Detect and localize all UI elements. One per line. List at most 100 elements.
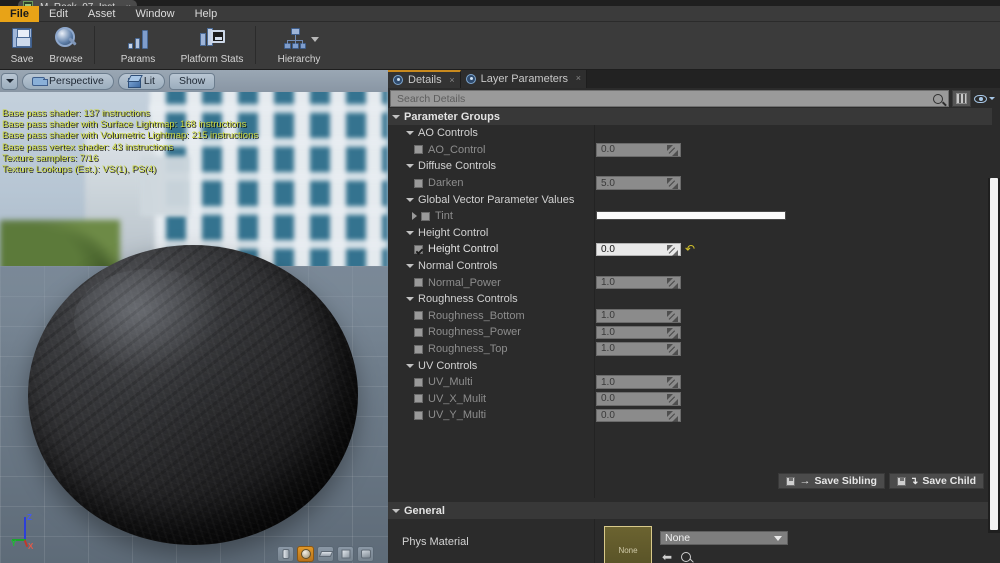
details-search-bar: Search Details	[390, 90, 998, 107]
menu-item-edit[interactable]: Edit	[39, 6, 78, 22]
column-layout-button[interactable]	[952, 90, 971, 107]
menu-item-asset[interactable]: Asset	[78, 6, 126, 22]
plane-preview-shape[interactable]	[317, 546, 334, 562]
floppy-disk-icon	[8, 26, 36, 52]
param-uv-multi[interactable]: UV_Multi 1.0	[388, 374, 992, 391]
hierarchy-button[interactable]: Hierarchy	[262, 22, 336, 68]
save-button[interactable]: Save	[0, 22, 44, 68]
param-uv-y-multi-checkbox[interactable]	[414, 410, 423, 420]
section-general-header[interactable]: General	[388, 502, 992, 519]
group-uv-controls[interactable]: UV Controls	[388, 357, 992, 374]
preview-mesh-sphere[interactable]	[28, 245, 358, 545]
param-roughness-bottom-input[interactable]: 1.0	[596, 309, 681, 323]
param-darken-checkbox[interactable]	[414, 178, 423, 188]
search-input[interactable]: Search Details	[390, 90, 949, 107]
custom-preview-shape[interactable]	[357, 546, 374, 562]
stat-line-1: Base pass shader with Surface Lightmap: …	[2, 119, 247, 131]
drag-handle-icon[interactable]	[667, 327, 678, 339]
sphere-preview-shape[interactable]	[297, 546, 314, 562]
param-darken[interactable]: Darken 5.0	[388, 175, 992, 192]
drag-handle-icon[interactable]	[667, 277, 678, 289]
group-ao-controls[interactable]: AO Controls	[388, 125, 992, 142]
close-icon[interactable]: ×	[449, 75, 454, 85]
group-diffuse-controls-label: Diffuse Controls	[418, 160, 497, 173]
param-uv-multi-value: 1.0	[601, 376, 615, 388]
cylinder-preview-shape[interactable]	[277, 546, 294, 562]
param-roughness-power-input[interactable]: 1.0	[596, 325, 681, 340]
save-child-button[interactable]: ↴ Save Child	[888, 473, 984, 489]
param-ao-control-checkbox[interactable]	[414, 145, 423, 155]
param-tint-color-swatch[interactable]	[596, 210, 786, 220]
close-icon[interactable]: ×	[576, 73, 581, 83]
section-parameter-groups[interactable]: Parameter Groups	[388, 108, 992, 125]
group-normal-controls[interactable]: Normal Controls	[388, 258, 992, 275]
group-height-control[interactable]: Height Control	[388, 225, 992, 242]
drag-handle-icon[interactable]	[667, 344, 678, 356]
param-darken-input[interactable]: 5.0	[596, 176, 681, 190]
group-roughness-controls[interactable]: Roughness Controls	[388, 291, 992, 308]
property-list[interactable]: Parameter Groups AO Controls AO_Control …	[388, 108, 992, 563]
viewport-camera-mode-button[interactable]: Perspective	[22, 72, 114, 90]
chevron-down-icon[interactable]	[310, 36, 319, 42]
param-height-control-input[interactable]: 0.0	[596, 242, 681, 257]
param-uv-x-multi[interactable]: UV_X_Mulit 0.0	[388, 391, 992, 408]
param-roughness-bottom[interactable]: Roughness_Bottom 1.0	[388, 308, 992, 325]
drag-handle-icon[interactable]	[667, 145, 678, 157]
param-uv-y-multi[interactable]: UV_Y_Multi 0.0	[388, 407, 992, 424]
param-tint-checkbox[interactable]	[421, 211, 430, 221]
platform-stats-button[interactable]: Platform Stats	[175, 22, 249, 68]
details-scrollbar-track[interactable]	[988, 178, 1000, 533]
drag-handle-icon[interactable]	[667, 394, 678, 405]
reset-to-default-icon[interactable]: ↶	[685, 243, 696, 255]
menu-item-window[interactable]: Window	[125, 6, 184, 22]
chevron-down-icon	[392, 114, 400, 119]
tab-details[interactable]: Details ×	[388, 70, 461, 88]
param-ao-control-input[interactable]: 0.0	[596, 143, 681, 157]
param-roughness-bottom-checkbox[interactable]	[414, 311, 423, 321]
chevron-right-icon[interactable]	[412, 212, 417, 221]
param-tint[interactable]: Tint	[388, 208, 992, 225]
viewport-show-menu-button[interactable]: Show	[168, 72, 216, 90]
param-roughness-top[interactable]: Roughness_Top 1.0	[388, 341, 992, 358]
menu-item-file[interactable]: File	[0, 5, 39, 22]
view-options-button[interactable]	[974, 94, 998, 103]
drag-handle-icon[interactable]	[667, 311, 678, 323]
drag-handle-icon[interactable]	[667, 178, 678, 190]
param-roughness-power[interactable]: Roughness_Power 1.0	[388, 324, 992, 341]
group-diffuse-controls[interactable]: Diffuse Controls	[388, 158, 992, 175]
viewport-view-mode-button[interactable]: Lit	[117, 72, 165, 90]
tab-layer-parameters[interactable]: Layer Parameters ×	[460, 70, 588, 88]
param-uv-x-multi-input[interactable]: 0.0	[596, 392, 681, 406]
params-button[interactable]: Params	[101, 22, 175, 68]
drag-handle-icon[interactable]	[667, 410, 678, 422]
param-normal-power-input[interactable]: 1.0	[596, 275, 681, 290]
group-global-vector-parameter-values[interactable]: Global Vector Parameter Values	[388, 191, 992, 208]
param-height-control-checkbox[interactable]	[414, 244, 423, 254]
cube-preview-shape[interactable]	[337, 546, 354, 562]
param-ao-control-value: 0.0	[601, 144, 615, 156]
drag-handle-icon[interactable]	[667, 244, 678, 256]
save-sibling-button[interactable]: → Save Sibling	[778, 473, 885, 489]
viewport-options-button[interactable]	[1, 72, 18, 90]
param-roughness-power-checkbox[interactable]	[414, 327, 423, 337]
browse-to-asset-icon[interactable]	[681, 552, 692, 562]
param-uv-multi-input[interactable]: 1.0	[596, 375, 681, 389]
details-scrollbar-thumb[interactable]	[990, 178, 998, 530]
param-uv-x-multi-checkbox[interactable]	[414, 394, 423, 404]
param-height-control[interactable]: Height Control 0.0 ↶	[388, 241, 992, 258]
preview-viewport[interactable]: Base pass shader: 137 instructions Base …	[0, 70, 388, 563]
param-ao-control[interactable]: AO_Control 0.0	[388, 142, 992, 159]
param-uv-y-multi-input[interactable]: 0.0	[596, 408, 681, 423]
drag-handle-icon[interactable]	[667, 377, 678, 389]
phys-material-thumbnail[interactable]: None	[604, 526, 652, 563]
param-uv-x-multi-label: UV_X_Mulit	[428, 392, 487, 405]
param-normal-power-checkbox[interactable]	[414, 278, 423, 288]
menu-item-help[interactable]: Help	[185, 6, 228, 22]
use-selected-asset-icon[interactable]: ⬅	[662, 551, 672, 563]
phys-material-combobox[interactable]: None	[660, 531, 788, 545]
param-roughness-top-checkbox[interactable]	[414, 344, 423, 354]
browse-button[interactable]: Browse	[44, 22, 88, 68]
param-roughness-top-input[interactable]: 1.0	[596, 342, 681, 356]
param-uv-multi-checkbox[interactable]	[414, 377, 423, 387]
param-normal-power[interactable]: Normal_Power 1.0	[388, 274, 992, 291]
